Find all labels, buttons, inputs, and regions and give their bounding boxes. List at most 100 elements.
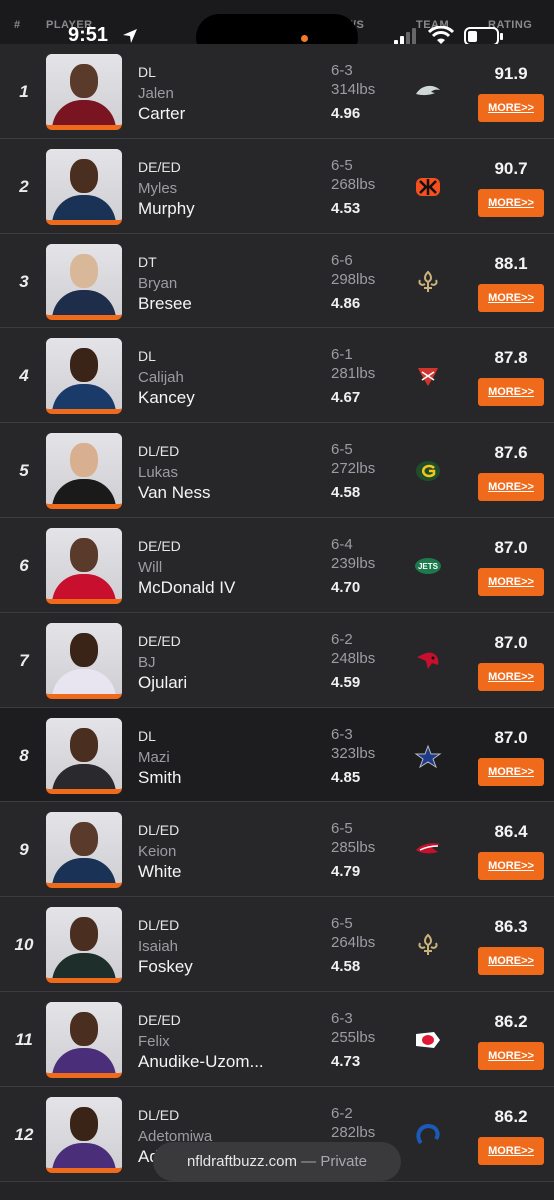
player-forty-time: 4.53 <box>331 199 361 217</box>
player-first-name: Felix <box>138 1032 170 1050</box>
player-row[interactable]: 9 DL/ED Keion White 6-5 285lbs 4.79 86.4… <box>0 802 554 898</box>
player-position: DT <box>138 253 157 270</box>
player-photo[interactable] <box>46 907 122 984</box>
saints-logo-icon <box>418 933 438 956</box>
colts-logo-icon <box>416 1123 440 1145</box>
player-rating: 88.1 <box>494 253 528 273</box>
player-photo[interactable] <box>46 433 122 510</box>
more-button[interactable]: MORE>> <box>478 947 544 976</box>
player-rank: 4 <box>19 366 29 386</box>
player-rank: 10 <box>14 935 34 955</box>
player-photo[interactable] <box>46 717 122 794</box>
player-height: 6-2 <box>331 630 353 648</box>
player-rank: 12 <box>14 1124 34 1144</box>
player-row[interactable]: 7 DE/ED BJ Ojulari 6-2 248lbs 4.59 87.0 … <box>0 612 554 708</box>
location-arrow-icon <box>123 29 137 43</box>
player-row[interactable]: 3 DT Bryan Bresee 6-6 298lbs 4.86 88.1 M… <box>0 233 554 329</box>
player-photo[interactable] <box>46 243 122 320</box>
more-button[interactable]: MORE>> <box>478 1136 544 1165</box>
player-row[interactable]: 11 DE/ED Felix Anudike-Uzom... 6-3 255lb… <box>0 991 554 1087</box>
more-button[interactable]: MORE>> <box>478 852 544 881</box>
player-height: 6-3 <box>331 725 353 743</box>
player-first-name: Bryan <box>138 274 178 292</box>
player-photo[interactable] <box>46 622 122 699</box>
player-forty-time: 4.79 <box>331 863 361 881</box>
player-row[interactable]: 6 DE/ED Will McDonald IV 6-4 239lbs 4.70… <box>0 517 554 613</box>
player-photo[interactable] <box>46 527 122 604</box>
player-rank: 7 <box>19 650 29 670</box>
player-last-name: Anudike-Uzom... <box>138 1051 264 1071</box>
cowboys-logo-icon <box>414 744 442 768</box>
player-row[interactable]: 8 DL Mazi Smith 6-3 323lbs 4.85 87.0 MOR… <box>0 707 554 803</box>
url-bar[interactable]: nfldraftbuzz.com — Private <box>153 1142 401 1181</box>
player-photo[interactable] <box>46 148 122 225</box>
cardinals-logo-icon <box>417 652 439 669</box>
player-last-name: Van Ness <box>138 483 211 503</box>
player-row[interactable]: 5 DL/ED Lukas Van Ness 6-5 272lbs 4.58 8… <box>0 423 554 518</box>
player-row[interactable]: 1 DL Jalen Carter 6-3 314lbs 4.96 91.9 M… <box>0 44 554 139</box>
player-row[interactable]: 10 DL/ED Isaiah Foskey 6-5 264lbs 4.58 8… <box>0 897 554 992</box>
player-weight: 239lbs <box>331 554 376 572</box>
player-rating: 87.8 <box>494 348 528 368</box>
player-first-name: Mazi <box>138 748 170 766</box>
player-forty-time: 4.67 <box>331 389 361 407</box>
player-position: DE/ED <box>138 1011 181 1028</box>
player-weight: 272lbs <box>331 460 376 478</box>
player-photo[interactable] <box>46 54 122 130</box>
player-weight: 282lbs <box>331 1123 376 1141</box>
player-last-name: Kancey <box>138 388 195 408</box>
player-height: 6-5 <box>331 820 353 838</box>
player-rating: 87.0 <box>494 632 528 652</box>
player-first-name: Will <box>138 558 163 576</box>
more-button[interactable]: MORE>> <box>478 378 544 407</box>
player-row[interactable]: 4 DL Calijah Kancey 6-1 281lbs 4.67 87.8… <box>0 328 554 424</box>
player-rank: 11 <box>15 1029 33 1049</box>
jets-logo-icon: JETS <box>415 557 441 574</box>
player-position: DE/ED <box>138 537 181 554</box>
player-photo[interactable] <box>46 338 122 415</box>
player-photo[interactable] <box>46 1096 122 1173</box>
player-rating: 87.0 <box>494 537 528 557</box>
player-photo[interactable] <box>46 812 122 889</box>
player-first-name: Myles <box>138 179 178 197</box>
player-list: 1 DL Jalen Carter 6-3 314lbs 4.96 91.9 M… <box>0 44 554 1182</box>
player-first-name: Isaiah <box>138 938 179 956</box>
player-rank: 3 <box>19 271 29 291</box>
player-height: 6-4 <box>331 535 353 553</box>
player-height: 6-3 <box>331 1009 353 1027</box>
player-weight: 281lbs <box>331 365 376 383</box>
player-last-name: Murphy <box>138 198 195 218</box>
player-weight: 298lbs <box>331 270 376 288</box>
player-position: DL/ED <box>138 443 180 460</box>
player-rating: 86.2 <box>494 1011 528 1031</box>
eagles-logo-icon <box>416 85 440 96</box>
player-rank: 9 <box>19 840 29 860</box>
player-last-name: White <box>138 862 182 882</box>
more-button[interactable]: MORE>> <box>478 662 544 691</box>
player-position: DL/ED <box>138 822 180 839</box>
more-button[interactable]: MORE>> <box>478 473 544 502</box>
player-row[interactable]: 2 DE/ED Myles Murphy 6-5 268lbs 4.53 90.… <box>0 138 554 234</box>
player-first-name: Calijah <box>138 369 184 387</box>
wifi-icon <box>428 26 454 44</box>
chiefs-logo-icon <box>416 1031 440 1048</box>
more-button[interactable]: MORE>> <box>478 757 544 786</box>
player-rating: 87.6 <box>494 443 528 463</box>
player-last-name: Carter <box>138 104 186 123</box>
more-button[interactable]: MORE>> <box>478 188 544 217</box>
player-position: DL <box>138 64 156 80</box>
more-button[interactable]: MORE>> <box>478 94 544 122</box>
player-position: DL <box>138 727 156 744</box>
recording-dot-icon <box>301 35 308 42</box>
bengals-logo-icon <box>416 177 440 196</box>
more-button[interactable]: MORE>> <box>478 567 544 596</box>
player-rank: 8 <box>19 745 29 765</box>
url-domain: nfldraftbuzz.com <box>186 1153 297 1170</box>
player-rating: 86.4 <box>494 822 528 842</box>
more-button[interactable]: MORE>> <box>478 283 544 312</box>
patriots-logo-icon <box>416 843 440 854</box>
packers-logo-icon <box>416 461 440 482</box>
player-rating: 91.9 <box>494 64 528 83</box>
more-button[interactable]: MORE>> <box>478 1041 544 1070</box>
player-photo[interactable] <box>46 1001 122 1078</box>
